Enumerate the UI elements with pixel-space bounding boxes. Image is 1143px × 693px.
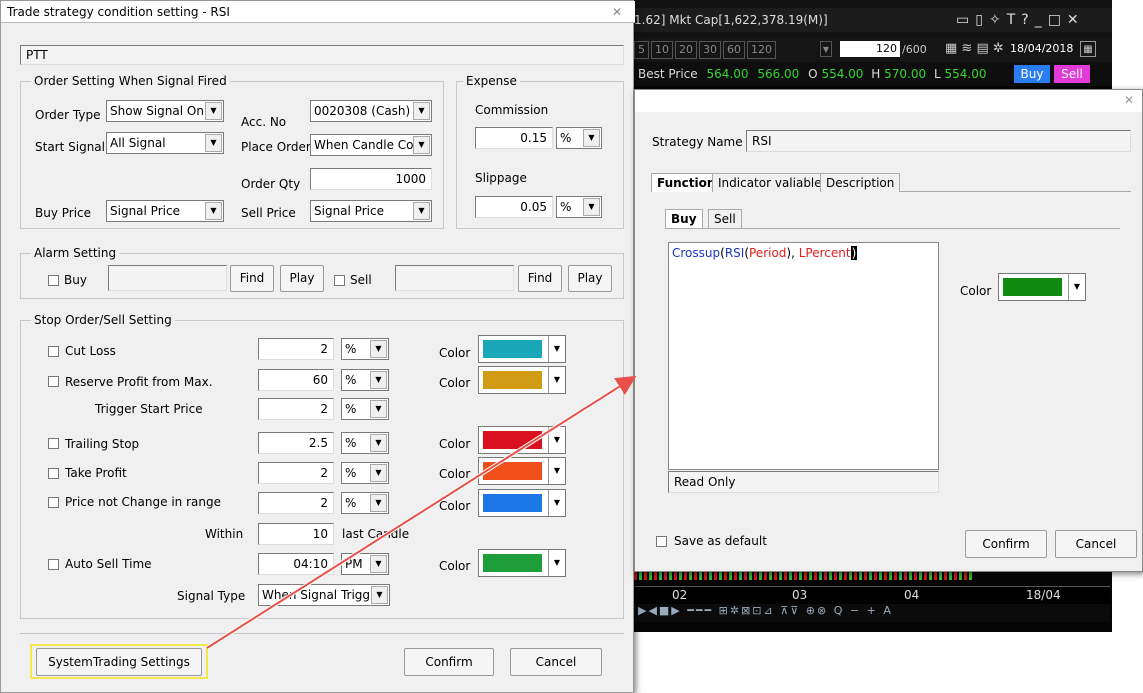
callout-arrow (205, 375, 637, 650)
